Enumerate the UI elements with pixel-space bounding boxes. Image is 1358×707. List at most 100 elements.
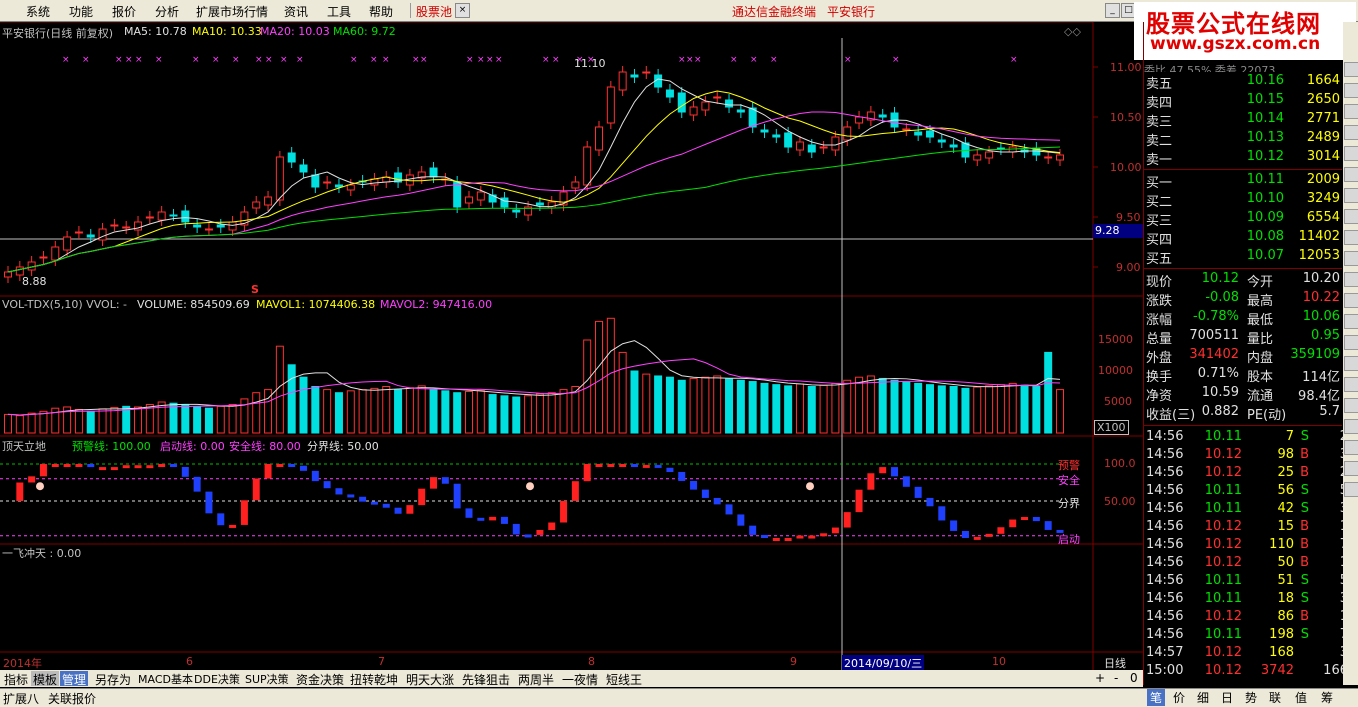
chart-area[interactable]: × × × × × × × × × × × × × × × × × × × × × × × × × × × × × × × × × × ×: [0, 22, 1143, 670]
add-icon[interactable]: +: [1093, 671, 1107, 686]
candle-body: [795, 141, 804, 151]
menu-quote[interactable]: 报价: [112, 3, 136, 20]
tab-pioneer[interactable]: 先锋狙击: [460, 671, 512, 687]
rtab-tick[interactable]: 笔: [1147, 689, 1166, 706]
signal-marker: ×: [115, 55, 123, 65]
tick-time: 14:56: [1146, 591, 1184, 606]
tick-row: 14:5610.1225B2: [1144, 465, 1348, 483]
mavol1-value: MAVOL1: 1074406.38: [256, 298, 376, 311]
candle-body: [878, 114, 887, 118]
ring-icon[interactable]: [1344, 167, 1358, 182]
wave-icon[interactable]: [1344, 377, 1358, 392]
sum-icon[interactable]: [1344, 335, 1358, 350]
chart-icon[interactable]: [1344, 440, 1358, 455]
signal-marker: ×: [466, 55, 474, 65]
period-label[interactable]: 日线: [1104, 655, 1126, 671]
menu-function[interactable]: 功能: [69, 3, 93, 20]
stock-pool-close-icon[interactable]: ×: [455, 3, 470, 18]
rtab-value[interactable]: 值: [1295, 689, 1307, 706]
stock-pool-button[interactable]: 股票池: [416, 3, 452, 20]
arrow-icon[interactable]: [1344, 104, 1358, 119]
minimize-icon[interactable]: _: [1105, 3, 1120, 18]
tab-sup[interactable]: SUP决策: [243, 671, 291, 686]
signal-marker: ×: [686, 55, 694, 65]
cursor-price-label: 9.28: [1093, 224, 1143, 238]
rtab-day[interactable]: 日: [1221, 689, 1233, 706]
bid-label: 买五: [1146, 252, 1173, 267]
oscillator-bar: [654, 464, 662, 468]
volume-bar: [961, 387, 970, 434]
tab-two-weeks[interactable]: 两周半: [516, 671, 556, 687]
tab-fund[interactable]: 资金决策: [294, 671, 346, 687]
rtab-link[interactable]: 联: [1269, 689, 1281, 706]
tab-template[interactable]: 模板: [31, 671, 60, 687]
signal-marker: ×: [678, 55, 686, 65]
zero-icon[interactable]: 0: [1128, 671, 1140, 686]
tick-volume: 51: [1277, 573, 1294, 588]
grid2-icon[interactable]: [1344, 314, 1358, 329]
bid-row: 买五 10.07 12053: [1144, 248, 1342, 267]
menu-extended-market[interactable]: 扩展市场行情: [196, 3, 268, 20]
hash-icon[interactable]: [1344, 272, 1358, 287]
tab-indicator[interactable]: 指标: [2, 671, 30, 687]
tab-overnight[interactable]: 一夜情: [560, 671, 600, 687]
oscillator-bar: [737, 514, 745, 526]
grid-icon[interactable]: [1344, 125, 1358, 140]
oscillator-bar: [181, 466, 189, 477]
oscillator-bar: [394, 507, 402, 514]
rtab-trend[interactable]: 势: [1245, 689, 1257, 706]
oscillator-bar: [28, 476, 36, 483]
tab-related-quote[interactable]: 关联报价: [48, 690, 96, 707]
dots-icon[interactable]: [1344, 230, 1358, 245]
mkt-icon[interactable]: [1344, 209, 1358, 224]
list-icon[interactable]: [1344, 293, 1358, 308]
tab-reverse[interactable]: 扭转乾坤: [348, 671, 400, 687]
tab-tomorrow[interactable]: 明天大涨: [404, 671, 456, 687]
tick-volume: 18: [1277, 591, 1294, 606]
candle-body: [748, 107, 757, 128]
menu-analysis[interactable]: 分析: [155, 3, 179, 20]
dollar-icon[interactable]: [1344, 356, 1358, 371]
tab-macd[interactable]: MACD基本: [136, 671, 195, 686]
tab-dde[interactable]: DDE决策: [192, 671, 242, 686]
x-axis-label: 2014年: [3, 657, 42, 670]
signal-marker: ×: [694, 55, 702, 65]
rtab-chips[interactable]: 筹: [1321, 689, 1333, 706]
stat-value: 98.4亿: [1298, 389, 1340, 404]
menu-help[interactable]: 帮助: [369, 3, 393, 20]
num-icon[interactable]: [1344, 419, 1358, 434]
promo-bank-link[interactable]: 平安银行: [827, 3, 875, 20]
expand-icon[interactable]: ◇◇: [1064, 25, 1081, 38]
tick-volume: 86: [1277, 609, 1294, 624]
fz-icon[interactable]: [1344, 188, 1358, 203]
lines-icon[interactable]: [1344, 398, 1358, 413]
last-icon[interactable]: [1344, 482, 1358, 497]
tick-row: 14:5610.1286B1: [1144, 609, 1348, 627]
bid-label: 买二: [1146, 195, 1173, 210]
tab-save-as[interactable]: 另存为: [93, 671, 133, 687]
flag-icon[interactable]: [1344, 62, 1358, 77]
tab-short-king[interactable]: 短线王: [604, 671, 644, 687]
volume-bar: [949, 386, 958, 434]
oscillator-bar: [902, 476, 910, 487]
stat-label: 股本: [1247, 370, 1274, 385]
tab-extended[interactable]: 扩展八: [3, 690, 39, 707]
stat-value: -0.78%: [1193, 309, 1239, 324]
menu-system[interactable]: 系统: [26, 3, 50, 20]
rss-icon[interactable]: [1344, 251, 1358, 266]
volume-bar: [27, 412, 36, 434]
calc-icon[interactable]: [1344, 461, 1358, 476]
oscillator-bar: [548, 522, 556, 530]
menu-tools[interactable]: 工具: [327, 3, 351, 20]
oscillator-bar: [63, 464, 71, 467]
promo-terminal-link[interactable]: 通达信金融终端: [732, 3, 816, 20]
doc-icon[interactable]: [1344, 146, 1358, 161]
rtab-price[interactable]: 价: [1173, 689, 1185, 706]
tick-time: 14:56: [1146, 429, 1184, 444]
remove-icon[interactable]: -: [1112, 671, 1120, 686]
menu-news[interactable]: 资讯: [284, 3, 308, 20]
tab-manage[interactable]: 管理: [60, 671, 89, 687]
rtab-detail[interactable]: 细: [1197, 689, 1209, 706]
candle-body: [4, 271, 12, 278]
dot-icon[interactable]: [1344, 83, 1358, 98]
